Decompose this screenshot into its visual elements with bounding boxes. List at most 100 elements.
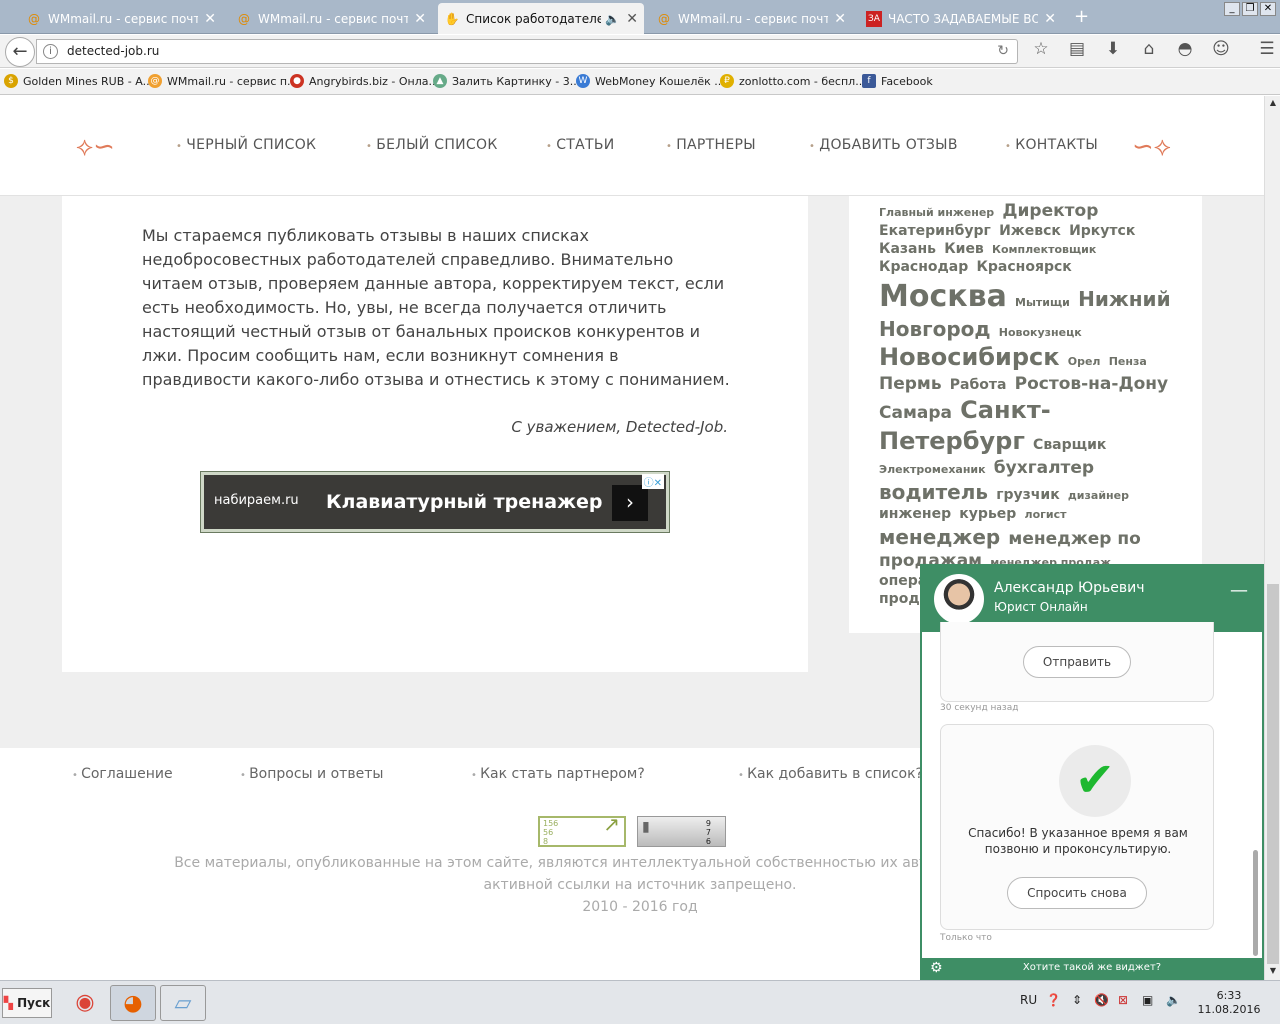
chrome-app[interactable]: ◉: [62, 985, 108, 1021]
tag-link[interactable]: Пенза: [1109, 355, 1147, 368]
help-icon[interactable]: ❓: [1046, 993, 1061, 1007]
bookmark-facebook[interactable]: f Facebook: [862, 74, 933, 88]
speaker-icon[interactable]: 🔈: [1166, 993, 1181, 1007]
menu-partners[interactable]: ПАРТНЕРЫ: [666, 137, 756, 153]
speaker-icon[interactable]: 🔈: [605, 12, 620, 26]
home-icon[interactable]: ⌂: [1138, 39, 1160, 59]
tag-link[interactable]: Работа: [950, 377, 1007, 393]
pocket-icon[interactable]: ◓: [1174, 39, 1196, 59]
tag-link[interactable]: дизайнер: [1068, 489, 1129, 502]
tag-link[interactable]: Красноярск: [976, 259, 1071, 275]
ask-again-button[interactable]: Спросить снова: [1007, 877, 1147, 909]
language-indicator[interactable]: RU: [1020, 993, 1037, 1007]
tab-employers-list[interactable]: ✋ Список работодателей 🔈 ✕: [438, 3, 644, 34]
back-button[interactable]: ←: [5, 37, 35, 67]
tag-link[interactable]: Ростов-на-Дону: [1015, 374, 1168, 394]
tag-link[interactable]: Сварщик: [1033, 437, 1106, 453]
start-button[interactable]: ▚ Пуск: [2, 988, 52, 1018]
tag-link[interactable]: инженер: [879, 506, 951, 522]
ad-banner[interactable]: набираем.ru Клавиатурный тренажер › ⓘ✕: [201, 472, 669, 532]
tag-link[interactable]: менеджер: [879, 525, 1000, 549]
page-scrollbar[interactable]: ▲ ▼: [1264, 96, 1280, 980]
tag-link[interactable]: Новокузнецк: [999, 326, 1082, 339]
tag-link[interactable]: бухгалтер: [994, 458, 1094, 478]
download-icon[interactable]: ⬇: [1102, 39, 1124, 59]
liveinternet-counter[interactable]: 9 7 6 ▮: [637, 816, 726, 847]
tray-expand-icon[interactable]: ⇕: [1072, 993, 1082, 1007]
tag-link[interactable]: Самара: [879, 403, 952, 423]
firefox-app[interactable]: ◕: [110, 985, 156, 1021]
tag-link[interactable]: Краснодар: [879, 259, 968, 275]
bookmark-angrybirds[interactable]: ● Angrybirds.biz - Онла...: [290, 74, 439, 88]
close-icon[interactable]: ✕: [1044, 11, 1056, 27]
bookmark-wmmail[interactable]: @ WMmail.ru - сервис п...: [148, 74, 298, 88]
tag-link[interactable]: Пермь: [879, 374, 942, 394]
chat-icon[interactable]: ☺: [1210, 39, 1232, 59]
tag-link[interactable]: Орел: [1068, 355, 1101, 368]
tag-link[interactable]: курьер: [959, 506, 1016, 522]
tag-link[interactable]: Мытищи: [1015, 296, 1070, 309]
widget-promo-link[interactable]: Хотите такой же виджет?: [922, 958, 1262, 978]
new-tab-button[interactable]: +: [1074, 6, 1089, 27]
send-button[interactable]: Отправить: [1023, 646, 1131, 678]
tag-link[interactable]: Новосибирск: [879, 343, 1060, 371]
url-bar[interactable]: i detected-job.ru ↻: [36, 39, 1018, 64]
window-close-button[interactable]: ✕: [1260, 2, 1276, 16]
menu-icon[interactable]: ☰: [1256, 39, 1278, 59]
tag-link[interactable]: Ижевск: [999, 223, 1061, 239]
menu-white-list[interactable]: БЕЛЫЙ СПИСОК: [366, 137, 498, 153]
menu-contacts[interactable]: КОНТАКТЫ: [1005, 137, 1098, 153]
tag-link[interactable]: водитель: [879, 480, 988, 504]
gear-icon[interactable]: ⚙: [930, 960, 943, 976]
notepad-app[interactable]: ▱: [160, 985, 206, 1021]
chat-scrollbar[interactable]: [1253, 850, 1258, 956]
info-icon[interactable]: i: [43, 44, 58, 59]
footer-link-become-partner[interactable]: Как стать партнером?: [471, 766, 645, 782]
reading-list-icon[interactable]: ▤: [1066, 39, 1088, 59]
menu-add-review[interactable]: ДОБАВИТЬ ОТЗЫВ: [809, 137, 958, 153]
tab-wmmail-2[interactable]: @ WMmail.ru - сервис почтовы... ✕: [230, 3, 432, 34]
device-icon[interactable]: ▣: [1142, 993, 1153, 1007]
network-icon[interactable]: ⊠: [1118, 993, 1128, 1007]
close-icon[interactable]: ✕: [204, 11, 216, 27]
bookmark-golden-mines[interactable]: $ Golden Mines RUB - A...: [4, 74, 153, 88]
footer-link-faq[interactable]: Вопросы и ответы: [240, 766, 383, 782]
tag-link[interactable]: Главный инженер: [879, 206, 994, 219]
scroll-thumb[interactable]: [1267, 584, 1279, 964]
volume-muted-icon[interactable]: 🔇: [1094, 993, 1109, 1007]
menu-articles[interactable]: СТАТЬИ: [546, 137, 615, 153]
tag-link[interactable]: Казань: [879, 241, 936, 257]
tab-wmmail-1[interactable]: @ WMmail.ru - сервис почтовы... ✕: [20, 3, 222, 34]
footer-link-add-to-list[interactable]: Как добавить в список?: [738, 766, 923, 782]
ad-info-icon[interactable]: ⓘ✕: [641, 474, 664, 489]
tag-link[interactable]: Москва: [879, 279, 1007, 314]
menu-black-list[interactable]: ЧЕРНЫЙ СПИСОК: [176, 137, 316, 153]
visit-counter[interactable]: 156 56 8 ↗: [538, 814, 626, 847]
bookmark-zonlotto[interactable]: ₽ zonlotto.com - беспл...: [720, 74, 866, 88]
tag-link[interactable]: Иркутск: [1069, 223, 1135, 239]
clock[interactable]: 6:33 11.08.2016: [1196, 989, 1262, 1017]
tab-wmmail-3[interactable]: @ WMmail.ru - сервис почтовы... ✕: [650, 3, 852, 34]
scroll-down-icon[interactable]: ▼: [1267, 966, 1279, 978]
close-icon[interactable]: ✕: [626, 11, 638, 27]
ad-arrow-icon[interactable]: ›: [612, 485, 648, 521]
tag-link[interactable]: Директор: [1002, 201, 1098, 221]
bookmark-zalit-kartinku[interactable]: ▲ Залить Картинку - 3...: [433, 74, 580, 88]
tag-link[interactable]: логист: [1025, 508, 1067, 521]
reload-icon[interactable]: ↻: [997, 40, 1009, 63]
bookmark-webmoney[interactable]: W WebMoney Кошелёк ...: [576, 74, 725, 88]
tab-faq[interactable]: ЗА ЧАСТО ЗАДАВАЕМЫЕ ВОПР... ✕: [860, 3, 1062, 34]
tag-link[interactable]: грузчик: [996, 487, 1060, 503]
footer-link-agreement[interactable]: Соглашение: [72, 766, 173, 782]
tag-link[interactable]: Киев: [944, 241, 984, 257]
tag-link[interactable]: Екатеринбург: [879, 223, 991, 239]
maximize-button[interactable]: ❐: [1242, 2, 1258, 16]
scroll-up-icon[interactable]: ▲: [1267, 98, 1279, 110]
minimize-button[interactable]: _: [1224, 2, 1240, 16]
close-icon[interactable]: ✕: [414, 11, 426, 27]
tag-link[interactable]: Электромеханик: [879, 463, 986, 476]
minimize-chat-icon[interactable]: —: [1230, 580, 1248, 601]
bookmark-star-icon[interactable]: ☆: [1030, 39, 1052, 59]
close-icon[interactable]: ✕: [834, 11, 846, 27]
tag-link[interactable]: Комплектовщик: [992, 243, 1096, 256]
